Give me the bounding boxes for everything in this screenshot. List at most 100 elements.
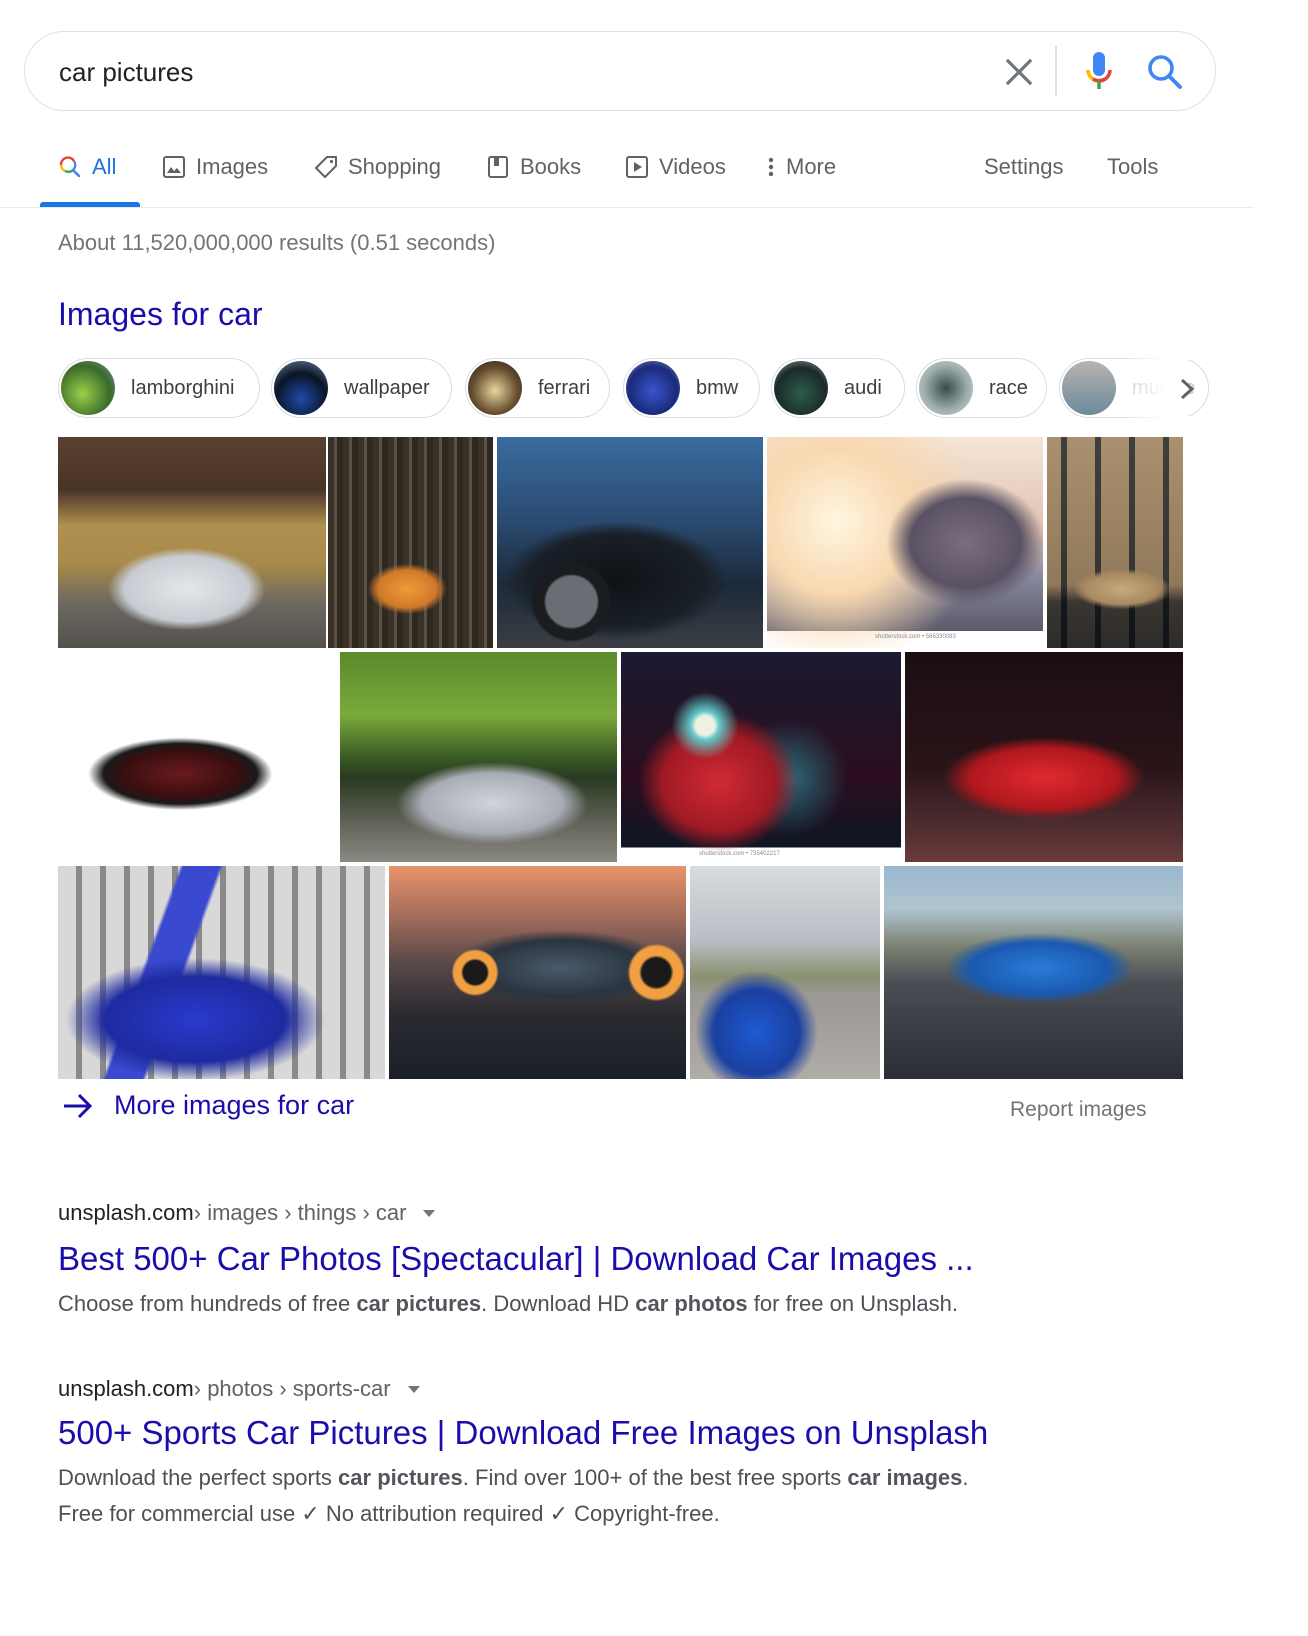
more-images-link[interactable]: More images for car	[62, 1090, 354, 1121]
result-title-link[interactable]: 500+ Sports Car Pictures | Download Free…	[58, 1414, 1208, 1452]
snippet-text: . Find over 100+ of the best free sports	[462, 1465, 848, 1490]
active-tab-indicator	[40, 202, 140, 207]
snippet-text: Choose from hundreds of free	[58, 1291, 357, 1316]
image-thumbnail[interactable]	[58, 437, 326, 648]
image-thumbnail[interactable]	[389, 866, 686, 1079]
result-snippet: Download the perfect sports car pictures…	[58, 1460, 1208, 1532]
search-tabs: All Images Shopping Books Videos More Se…	[0, 140, 1254, 208]
snippet-text: Free for commercial use ✓ No attribution…	[58, 1501, 720, 1526]
tab-label: Shopping	[348, 154, 441, 179]
image-thumbnail[interactable]	[497, 437, 763, 648]
chip-thumbnail	[61, 361, 115, 415]
image-thumbnail[interactable]	[328, 437, 493, 648]
search-icon	[1148, 55, 1182, 89]
tab-shopping[interactable]: Shopping	[314, 152, 441, 182]
caret-down-icon[interactable]	[407, 1384, 421, 1394]
tab-label: Images	[196, 154, 269, 179]
image-thumbnail[interactable]	[690, 866, 880, 1079]
watermark-text: shutterstock.com • 735402217	[699, 851, 780, 857]
tag-icon	[315, 156, 337, 178]
more-images-label: More images for car	[114, 1090, 355, 1120]
search-result: unsplash.com › photos › sports-car 500+ …	[58, 1376, 1208, 1532]
microphone-icon	[1086, 52, 1112, 89]
tab-label: Books	[520, 154, 582, 179]
tab-tools[interactable]: Tools	[1107, 152, 1158, 182]
image-thumbnail[interactable]	[884, 866, 1183, 1079]
watermark-text: shutterstock.com • 566330083	[875, 634, 956, 640]
chip-ferrari[interactable]: ferrari	[465, 358, 610, 418]
images-heading-link[interactable]: Images for car	[58, 296, 263, 333]
tab-books[interactable]: Books	[486, 152, 581, 182]
chip-thumbnail	[919, 361, 973, 415]
tab-all[interactable]: All	[58, 152, 116, 182]
image-thumbnail[interactable]	[58, 652, 336, 862]
image-thumbnail[interactable]	[58, 866, 385, 1079]
search-result: unsplash.com › images › things › car Bes…	[58, 1200, 1208, 1322]
snippet-emphasis: car pictures	[338, 1465, 463, 1490]
image-thumbnail[interactable]	[1047, 437, 1183, 648]
chip-thumbnail	[468, 361, 522, 415]
chip-thumbnail	[1062, 361, 1116, 415]
chip-bmw[interactable]: bmw	[623, 358, 760, 418]
result-url[interactable]: unsplash.com › photos › sports-car	[58, 1376, 1208, 1402]
chip-wallpaper[interactable]: wallpaper	[271, 358, 452, 418]
chip-race[interactable]: race	[916, 358, 1047, 418]
tab-label: Settings	[984, 154, 1064, 179]
result-domain: unsplash.com	[58, 1200, 194, 1225]
arrow-right-icon	[64, 1093, 93, 1118]
tab-label: More	[786, 154, 837, 179]
result-domain: unsplash.com	[58, 1376, 194, 1401]
book-icon	[488, 156, 508, 178]
tab-settings[interactable]: Settings	[984, 152, 1064, 182]
tab-label: Videos	[659, 154, 726, 179]
chip-thumbnail	[626, 361, 680, 415]
tab-images[interactable]: Images	[162, 152, 268, 182]
result-breadcrumb: › photos › sports-car	[193, 1376, 391, 1401]
snippet-emphasis: car photos	[635, 1291, 748, 1316]
chip-label: bmw	[696, 376, 739, 399]
image-thumbnail[interactable]: shutterstock.com • 566330083	[767, 437, 1043, 648]
image-thumbnail[interactable]	[340, 652, 617, 862]
chip-label: wallpaper	[344, 376, 430, 399]
image-icon	[163, 156, 185, 178]
chips-scroll-next-button[interactable]	[1176, 372, 1200, 406]
snippet-text: .	[962, 1465, 969, 1490]
chip-audi[interactable]: audi	[771, 358, 905, 418]
chip-label: race	[989, 376, 1028, 399]
play-icon	[626, 156, 648, 178]
chip-lamborghini[interactable]: lamborghini	[58, 358, 260, 418]
search-icon	[59, 156, 81, 178]
chip-thumbnail	[274, 361, 328, 415]
result-title-link[interactable]: Best 500+ Car Photos [Spectacular] | Dow…	[58, 1240, 1208, 1278]
image-thumbnail[interactable]	[905, 652, 1183, 862]
snippet-text: for free on Unsplash.	[747, 1291, 959, 1316]
report-images-link[interactable]: Report images	[1010, 1098, 1147, 1122]
snippet-text: . Download HD	[481, 1291, 636, 1316]
result-url[interactable]: unsplash.com › images › things › car	[58, 1200, 1208, 1226]
chip-thumbnail	[774, 361, 828, 415]
search-input[interactable]	[59, 54, 959, 90]
tab-label: All	[92, 154, 117, 179]
close-icon	[1005, 58, 1033, 86]
voice-search-button[interactable]	[1081, 50, 1117, 94]
tab-more[interactable]: More	[766, 152, 836, 182]
snippet-emphasis: car pictures	[356, 1291, 482, 1316]
clear-search-button[interactable]	[999, 52, 1039, 92]
more-vert-icon	[768, 157, 774, 177]
tab-videos[interactable]: Videos	[625, 152, 726, 182]
chip-label: ferrari	[538, 376, 591, 399]
search-bar-divider	[1055, 46, 1057, 96]
chip-label: lamborghini	[131, 376, 235, 399]
snippet-text: Download the perfect sports	[58, 1465, 339, 1490]
chevron-right-icon	[1180, 378, 1195, 400]
snippet-emphasis: car images	[847, 1465, 963, 1490]
result-stats: About 11,520,000,000 results (0.51 secon…	[58, 230, 496, 255]
caret-down-icon[interactable]	[422, 1208, 436, 1218]
related-image-chips: lamborghini wallpaper ferrari bmw audi r…	[58, 358, 1209, 420]
search-bar	[24, 31, 1216, 111]
search-submit-button[interactable]	[1143, 50, 1187, 94]
result-snippet: Choose from hundreds of free car picture…	[58, 1286, 1208, 1322]
tab-label: Tools	[1107, 154, 1159, 179]
image-thumbnail[interactable]: shutterstock.com • 735402217	[621, 652, 901, 862]
chip-label: audi	[844, 376, 882, 399]
